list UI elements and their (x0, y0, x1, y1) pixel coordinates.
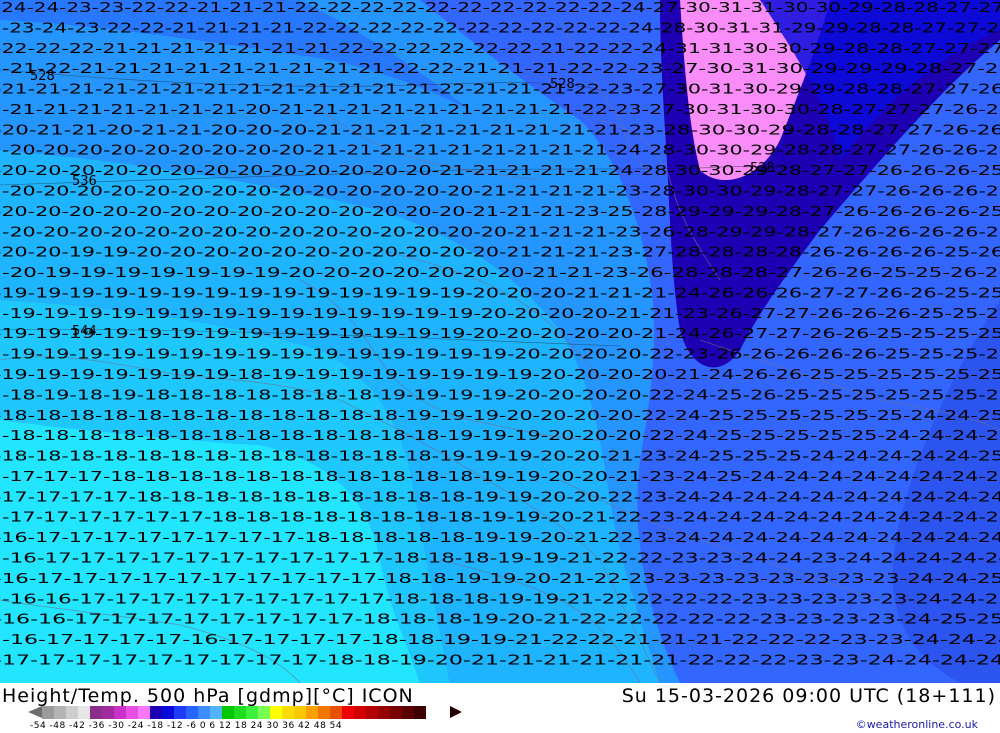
map-title: Height/Temp. 500 hPa [gdmp][°C] ICON (2, 685, 414, 707)
legend-high-arrow (450, 706, 462, 718)
legend-swatch (354, 706, 366, 719)
legend-swatch (198, 706, 210, 719)
legend-swatch (54, 706, 66, 719)
height-contour-label: 528 (550, 77, 575, 92)
legend-swatch (378, 706, 390, 719)
contour-label-row: -20-20-20-20-20-20-20-20-20-20-20-20-20-… (0, 204, 1000, 220)
legend-swatch (126, 706, 138, 719)
contour-label-row: -21-22-21-21-21-21-21-21-21-21-21-22-22-… (2, 61, 1000, 77)
contour-label-row: -17-17-17-18-18-18-18-18-18-18-18-18-18-… (2, 469, 1000, 485)
contour-label-row: -20-20-19-19-20-20-20-20-20-20-20-20-20-… (0, 245, 1000, 261)
legend-swatch (222, 706, 234, 719)
height-contour-label: 536 (72, 174, 97, 189)
contour-label-row: -21-21-21-21-21-21-21-20-21-21-21-21-21-… (2, 102, 1000, 118)
legend-swatch (210, 706, 222, 719)
weather-map: -24-24-23-23-22-22-21-21-21-22-22-22-22-… (0, 0, 1000, 683)
contour-label-row: -18-18-18-18-18-18-18-18-18-18-18-18-18-… (2, 428, 1000, 444)
legend-swatch (306, 706, 318, 719)
legend-swatch (78, 706, 90, 719)
legend-swatch (90, 706, 102, 719)
height-contour-label: 528 (750, 161, 775, 176)
contour-label-row: -16-17-17-17-17-17-17-17-17-17-17-18-18-… (0, 571, 1000, 587)
legend-swatch (330, 706, 342, 719)
contour-label-row: -16-16-17-17-17-17-17-17-17-17-18-18-18-… (0, 612, 1000, 628)
legend-swatch (138, 706, 150, 719)
map-valid-time: Su 15-03-2026 09:00 UTC (18+111) (621, 685, 996, 707)
legend-color-bar (42, 706, 426, 719)
legend-swatch (414, 706, 426, 719)
legend-swatch (282, 706, 294, 719)
contour-label-row: -18-19-18-19-18-18-18-18-18-18-18-19-19-… (2, 387, 1000, 403)
contour-label-row: -20-20-20-20-20-20-20-20-20-20-20-20-20-… (2, 183, 1000, 199)
legend-swatch (402, 706, 414, 719)
contour-label-row: -19-19-19-19-19-19-19-19-19-19-19-19-19-… (2, 347, 1000, 363)
legend-swatch (66, 706, 78, 719)
legend-swatch (270, 706, 282, 719)
contour-label-row: -20-19-19-19-19-19-19-19-20-20-20-20-20-… (2, 265, 1000, 281)
color-scale-legend (28, 706, 462, 719)
contour-label-row: -20-20-20-20-20-20-20-20-20-21-21-21-21-… (2, 143, 1000, 159)
contour-label-row: -20-20-20-20-20-20-20-20-20-20-20-20-20-… (0, 163, 1000, 179)
contour-label-row: -24-24-23-23-22-22-21-21-21-22-22-22-22-… (0, 0, 1000, 16)
contour-label-row: -17-17-17-17-17-17-18-18-18-18-18-18-18-… (2, 510, 1000, 526)
contour-label-row: -22-22-22-21-21-21-21-21-21-21-22-22-22-… (0, 41, 1000, 57)
legend-low-arrow (28, 706, 42, 718)
legend-swatch (258, 706, 270, 719)
height-contour-label: 528 (30, 69, 55, 84)
legend-swatch (246, 706, 258, 719)
contour-label-row: -17-17-17-17-17-17-17-17-17-18-18-19-20-… (0, 652, 1000, 668)
legend-swatch (318, 706, 330, 719)
contour-label-row: -16-17-17-17-17-16-17-17-17-17-18-18-19-… (2, 632, 1000, 648)
height-contour-label: 544 (72, 324, 97, 339)
legend-swatch (174, 706, 186, 719)
contour-label-row: -16-17-17-17-17-17-17-17-17-17-17-18-18-… (2, 550, 1000, 566)
map-canvas: -24-24-23-23-22-22-21-21-21-22-22-22-22-… (0, 0, 1000, 683)
contour-label-row: -19-19-19-19-19-19-19-19-19-19-19-19-19-… (0, 285, 1000, 301)
legend-swatch (114, 706, 126, 719)
contour-label-row: -16-17-17-17-17-17-17-17-17-18-18-18-18-… (0, 530, 1000, 546)
contour-label-row: -17-17-17-17-18-18-18-18-18-18-18-18-18-… (0, 489, 1000, 505)
contour-label-row: -20-20-20-20-20-20-20-20-20-20-20-20-20-… (2, 224, 1000, 240)
legend-tick-labels: -54 -48 -42 -36 -30 -24 -18 -12 -6 0 6 1… (30, 721, 343, 731)
contour-label-row: -23-24-23-22-22-21-21-21-21-22-22-22-22-… (2, 20, 1000, 36)
legend-swatch (234, 706, 246, 719)
credit-link[interactable]: ©weatheronline.co.uk (856, 718, 978, 731)
contour-label-row: -18-18-18-18-18-18-18-18-18-18-18-18-18-… (0, 449, 1000, 465)
contour-label-row: -20-21-21-20-21-21-20-20-20-21-21-21-21-… (0, 122, 1000, 138)
legend-swatch (366, 706, 378, 719)
contour-label-row: -19-19-19-19-19-19-19-19-19-19-19-19-19-… (0, 326, 1000, 342)
contour-label-row: -19-19-19-19-19-19-19-18-19-19-19-19-19-… (0, 367, 1000, 383)
contour-label-row: -18-18-18-18-18-18-18-18-18-18-18-18-19-… (0, 408, 1000, 424)
legend-swatch (294, 706, 306, 719)
legend-swatch (342, 706, 354, 719)
contour-label-row: -16-16-17-17-17-17-17-17-17-17-17-18-18-… (2, 591, 1000, 607)
legend-swatch (390, 706, 402, 719)
legend-swatch (102, 706, 114, 719)
legend-swatch (162, 706, 174, 719)
legend-swatch (150, 706, 162, 719)
legend-swatch (186, 706, 198, 719)
contour-label-row: -21-21-21-21-21-21-21-21-21-21-21-21-21-… (0, 82, 1000, 98)
legend-swatch (42, 706, 54, 719)
map-footer: Height/Temp. 500 hPa [gdmp][°C] ICON Su … (0, 683, 1000, 733)
contour-label-row: -19-19-19-19-19-19-19-19-19-19-19-19-19-… (2, 306, 1000, 322)
